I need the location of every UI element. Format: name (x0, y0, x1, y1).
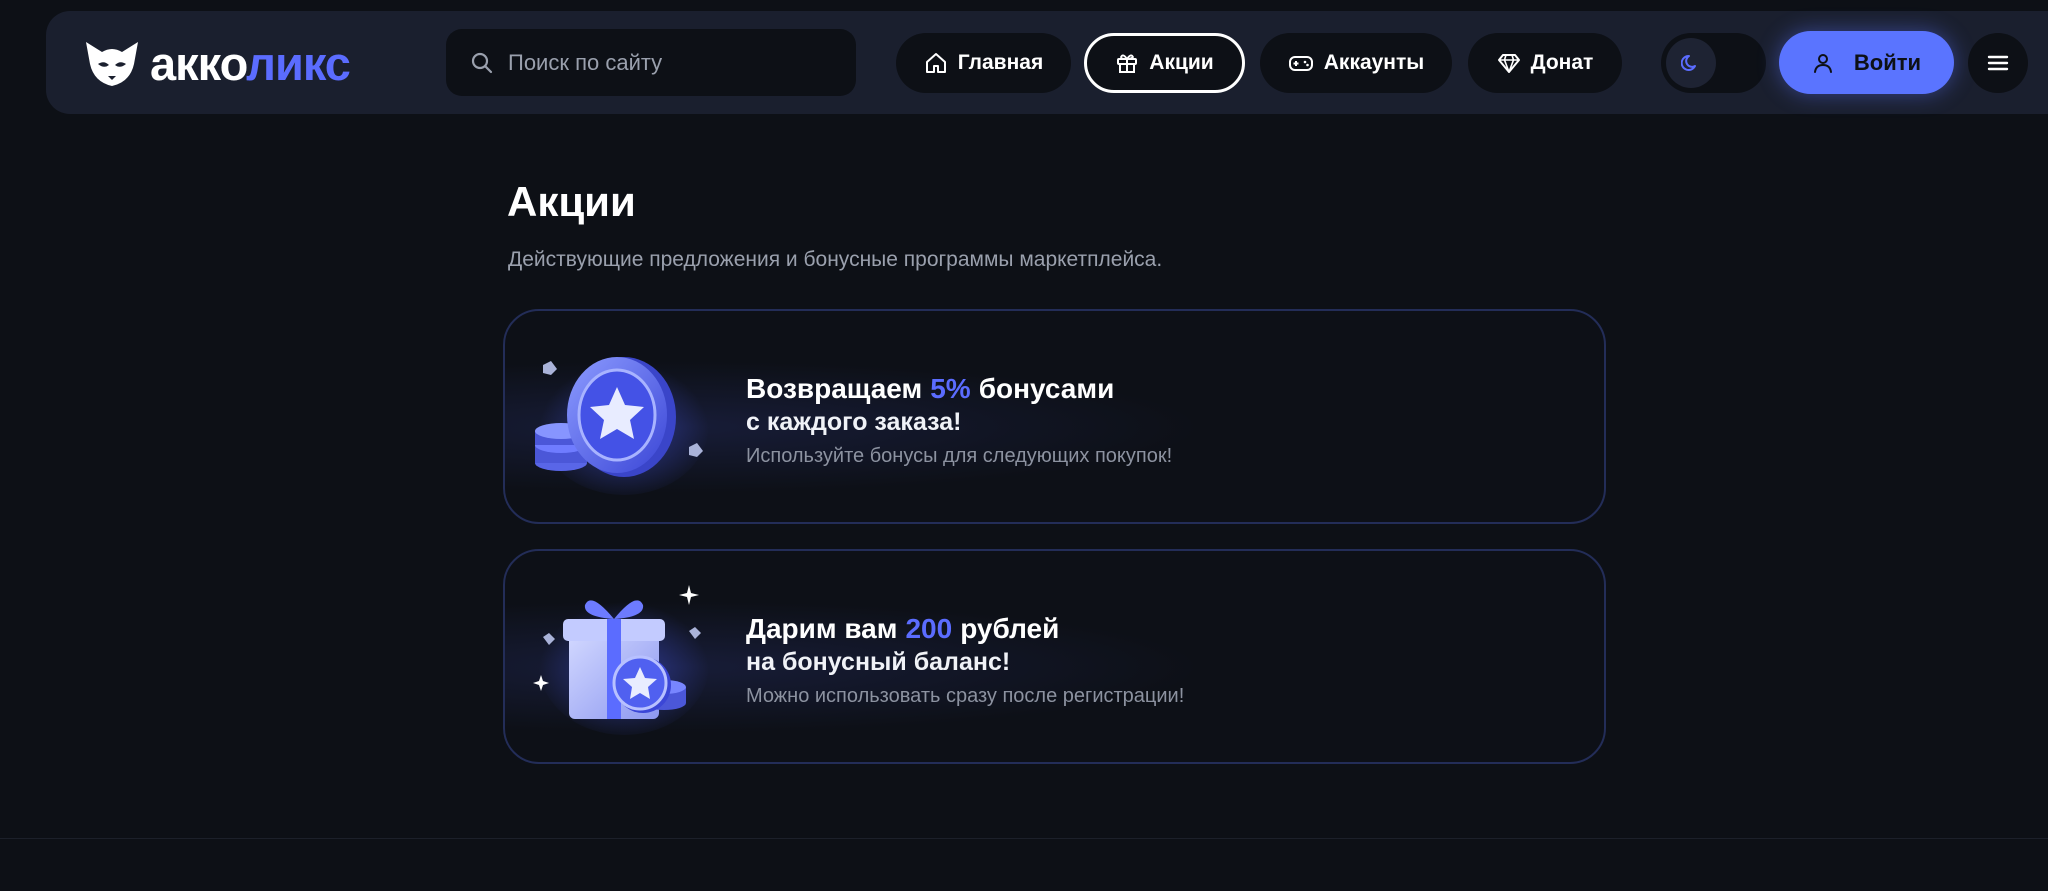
promo-card-cashback-description: Используйте бонусы для следующих покупок… (746, 445, 1173, 467)
nav-accounts-label: Аккаунты (1323, 51, 1425, 74)
promo-heading-part1: Возвращаем (746, 373, 923, 404)
user-icon (1813, 53, 1832, 73)
footer-divider (0, 838, 2048, 839)
theme-toggle[interactable] (1661, 33, 1766, 93)
search-icon (471, 52, 493, 73)
promo-card-welcome-bonus-heading: Дарим вам 200 рублей (746, 612, 1184, 646)
site-header: акколикс Главная Акции (46, 11, 2048, 114)
moon-icon (1681, 54, 1696, 71)
promo-heading-part1: Дарим вам (746, 613, 898, 644)
gift-box-icon (533, 585, 709, 735)
diamond-icon (1497, 54, 1520, 73)
login-button[interactable]: Войти (1779, 31, 1954, 94)
logo-text-part2: ликс (246, 36, 351, 90)
promo-card-cashback-heading: Возвращаем 5% бонусами (746, 372, 1172, 406)
nav-donate-label: Донат (1530, 51, 1594, 74)
promo-card-cashback[interactable]: Возвращаем 5% бонусами с каждого заказа!… (503, 309, 1606, 524)
gift-icon (1117, 54, 1138, 73)
promo-heading-part2: рублей (960, 613, 1060, 644)
menu-button[interactable] (1968, 33, 2028, 93)
gamepad-icon (1288, 56, 1313, 71)
fox-logo-icon (86, 42, 138, 86)
promo-card-welcome-bonus-description: Можно использовать сразу после регистрац… (746, 685, 1185, 707)
home-icon (925, 53, 946, 73)
nav-accounts[interactable]: Аккаунты (1260, 33, 1452, 93)
promo-card-cashback-text: Возвращаем 5% бонусами с каждого заказа!… (746, 372, 1172, 468)
promo-card-welcome-bonus[interactable]: Дарим вам 200 рублей на бонусный баланс!… (503, 549, 1606, 764)
page: акколикс Главная Акции (0, 0, 2048, 891)
logo[interactable]: акколикс (84, 36, 351, 90)
page-title: Акции (507, 178, 636, 225)
nav-home[interactable]: Главная (896, 33, 1071, 93)
promo-heading-part2: бонусами (978, 373, 1115, 404)
menu-icon (1987, 55, 2009, 71)
promo-card-welcome-bonus-subheading: на бонусный баланс! (746, 648, 1011, 676)
logo-text: акколикс (150, 36, 351, 90)
promo-card-cashback-subheading: с каждого заказа! (746, 408, 962, 436)
theme-toggle-knob (1666, 38, 1716, 88)
promo-card-welcome-bonus-text: Дарим вам 200 рублей на бонусный баланс!… (746, 612, 1184, 708)
coin-star-icon (535, 355, 709, 495)
nav-donate[interactable]: Донат (1468, 33, 1622, 93)
logo-text-part1: акко (150, 36, 247, 90)
nav-promos[interactable]: Акции (1084, 33, 1245, 93)
login-button-label: Войти (1853, 49, 1922, 75)
nav-promos-label: Акции (1149, 51, 1214, 74)
nav-home-label: Главная (957, 51, 1044, 74)
search-input[interactable] (508, 49, 828, 76)
page-subtitle: Действующие предложения и бонусные прогр… (508, 248, 1163, 271)
promo-heading-accent: 200 (905, 613, 953, 644)
promo-heading-accent: 5% (930, 373, 971, 404)
search-box (446, 29, 856, 96)
